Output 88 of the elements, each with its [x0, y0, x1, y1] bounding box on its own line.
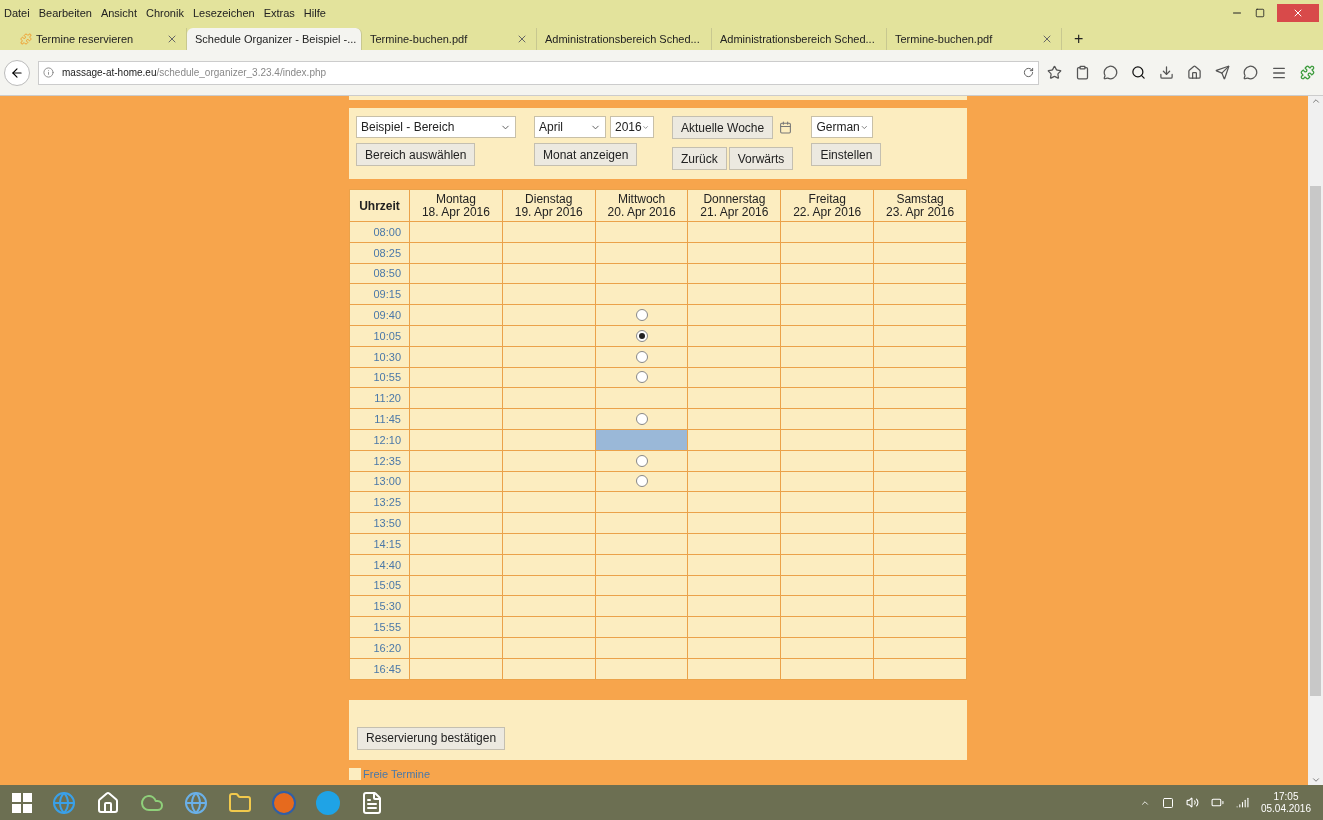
close-icon	[1292, 7, 1304, 19]
menu-item[interactable]: Hilfe	[303, 4, 326, 22]
time-label: 11:45	[374, 413, 401, 426]
scrollbar[interactable]	[1308, 96, 1323, 785]
chevron-up-icon[interactable]	[1310, 96, 1321, 106]
time-label: 08:50	[373, 267, 401, 280]
select-area-button[interactable]: Bereich auswählen	[356, 143, 476, 166]
menu-item[interactable]: Bearbeiten	[38, 4, 92, 22]
close-icon[interactable]	[516, 33, 528, 45]
menu-item[interactable]: Ansicht	[100, 4, 137, 22]
radio-button[interactable]	[635, 350, 648, 363]
windows-logo-icon[interactable]	[12, 792, 32, 813]
volume-icon[interactable]	[1185, 796, 1199, 809]
time-label: 16:20	[373, 641, 401, 654]
calendar-icon[interactable]	[779, 121, 793, 134]
time-label: 09:15	[373, 288, 401, 301]
close-icon[interactable]	[1041, 33, 1053, 45]
clipboard-icon[interactable]	[1075, 65, 1090, 80]
day-header: Freitag 22. Apr 2016	[792, 192, 863, 219]
settings-button[interactable]: Einstellen	[811, 143, 882, 166]
time-label: 15:30	[373, 600, 401, 613]
download-icon[interactable]	[1159, 65, 1174, 80]
clock-time: 17:05	[1273, 790, 1299, 803]
time-label: 14:15	[373, 537, 401, 550]
day-header: Dienstag 19. Apr 2016	[513, 192, 584, 219]
month-select[interactable]: April	[534, 116, 606, 138]
area-select[interactable]: Beispiel - Bereich	[356, 116, 516, 138]
column-header: Uhrzeit	[349, 189, 410, 222]
extension-icon[interactable]	[1300, 65, 1315, 80]
time-label: 10:30	[373, 350, 401, 363]
home-icon[interactable]	[1187, 65, 1202, 80]
time-label: 12:35	[373, 454, 401, 467]
time-label: 15:05	[373, 579, 401, 592]
time-label: 15:55	[373, 621, 401, 634]
close-icon[interactable]	[166, 33, 178, 45]
signal-icon[interactable]	[1235, 796, 1249, 809]
chat-icon[interactable]	[1243, 65, 1258, 80]
send-icon[interactable]	[1215, 65, 1230, 80]
legend-label: Freie Termine	[363, 766, 431, 782]
reload-icon[interactable]	[1023, 67, 1034, 78]
chevron-down-icon[interactable]	[1310, 775, 1321, 785]
radio-button[interactable]	[635, 309, 648, 322]
forward-week-button[interactable]: Vorwärts	[728, 147, 794, 170]
time-label: 08:25	[373, 246, 401, 259]
day-header: Mittwoch 20. Apr 2016	[606, 192, 677, 219]
day-header: Montag 18. Apr 2016	[420, 192, 491, 219]
menu-item[interactable]: Lesezeichen	[192, 4, 255, 22]
time-label: 08:00	[373, 225, 401, 238]
show-month-button[interactable]: Monat anzeigen	[534, 143, 638, 166]
menu-item[interactable]: Datei	[4, 4, 30, 22]
time-label: 10:05	[373, 329, 401, 342]
time-label: 11:20	[374, 392, 401, 405]
document-icon[interactable]	[360, 790, 384, 815]
confirm-reservation-button[interactable]: Reservierung bestätigen	[357, 726, 506, 750]
time-label: 13:50	[373, 517, 401, 530]
radio-button[interactable]	[635, 413, 648, 426]
radio-button[interactable]	[635, 454, 648, 467]
folder-icon[interactable]	[228, 790, 252, 815]
day-header: Donnerstag 21. Apr 2016	[699, 192, 770, 219]
address-field[interactable]: massage-at-home.eu/schedule_organizer_3.23.4/index.php	[38, 60, 1039, 85]
maximize-icon[interactable]	[1255, 8, 1265, 18]
browser-tab[interactable]: Schedule Organizer - Beispiel -...	[187, 28, 362, 50]
year-select[interactable]: 2016	[610, 116, 654, 138]
language-select[interactable]: German	[811, 116, 874, 138]
time-label: 14:40	[373, 558, 401, 571]
time-label: 09:40	[373, 309, 401, 322]
menu-item[interactable]: Chronik	[146, 4, 184, 22]
radio-button[interactable]	[635, 475, 648, 488]
radio-button[interactable]	[635, 329, 648, 342]
time-label: 13:00	[373, 475, 401, 488]
search-icon[interactable]	[1131, 65, 1146, 80]
current-week-button[interactable]: Aktuelle Woche	[672, 116, 774, 139]
info-icon	[43, 67, 54, 78]
arrow-left-icon	[10, 65, 24, 80]
back-week-button[interactable]: Zurück	[672, 147, 727, 170]
clock-date: 05.04.2016	[1260, 802, 1311, 815]
time-label: 10:55	[373, 371, 401, 384]
back-button[interactable]	[4, 59, 30, 86]
home-icon[interactable]	[96, 790, 120, 815]
star-icon[interactable]	[1047, 65, 1062, 80]
time-label: 13:25	[373, 496, 401, 509]
day-header: Samstag 23. Apr 2016	[885, 192, 956, 219]
new-tab-button[interactable]: +	[1062, 28, 1096, 50]
radio-button[interactable]	[635, 371, 648, 384]
time-label: 12:10	[373, 433, 401, 446]
time-label: 16:45	[373, 662, 401, 675]
battery-icon[interactable]	[1210, 796, 1224, 809]
menu-item[interactable]: Extras	[263, 4, 295, 22]
